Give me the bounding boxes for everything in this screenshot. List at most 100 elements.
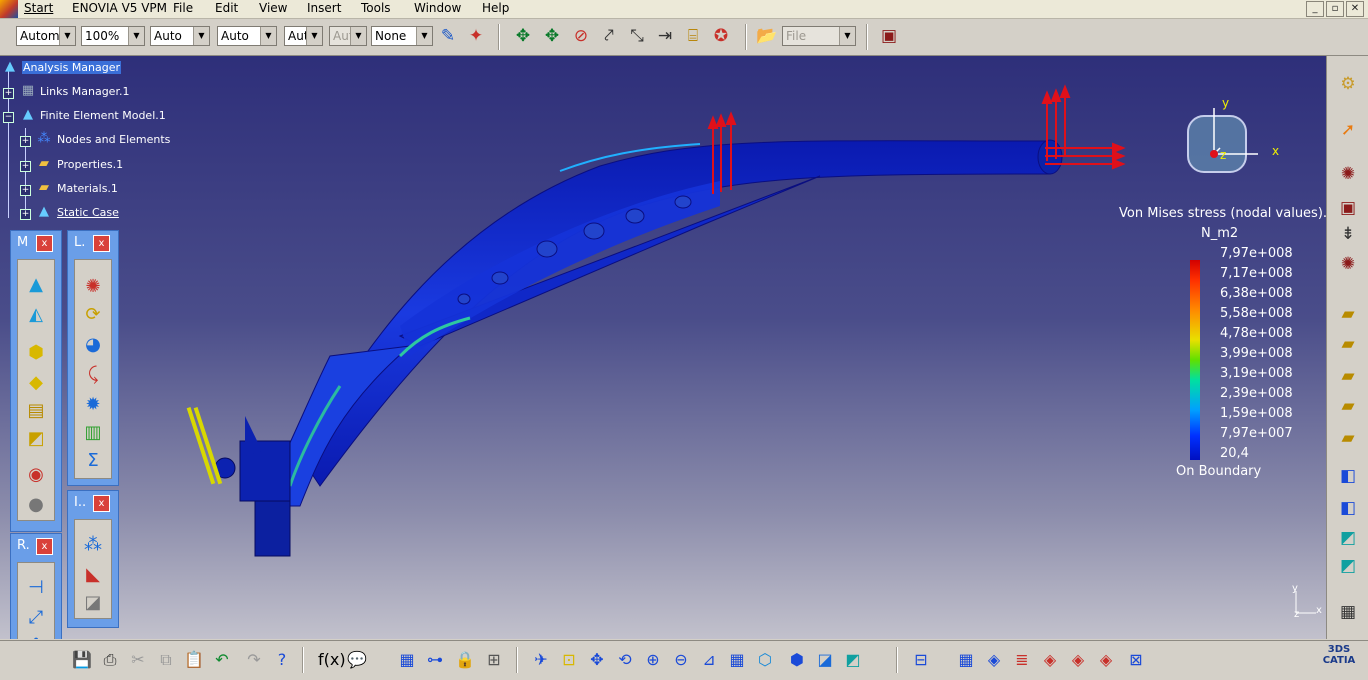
von-mises-icon[interactable]: ◣ bbox=[80, 562, 106, 588]
rotate-icon[interactable]: ⟲ bbox=[614, 649, 636, 671]
menu-insert[interactable]: Insert bbox=[307, 1, 341, 15]
copy-icon[interactable]: ⧉ bbox=[155, 649, 177, 671]
shading-icon[interactable]: ⬢ bbox=[786, 649, 808, 671]
restraints-panel[interactable]: R. x ⊣ ⤢ ✣ bbox=[10, 533, 62, 639]
pressure-icon[interactable]: ✺ bbox=[80, 274, 106, 300]
face-face-connection-icon[interactable]: ▰ bbox=[1335, 332, 1361, 356]
material-sphere-icon[interactable]: ● bbox=[23, 492, 49, 518]
undo-icon[interactable]: ↶ bbox=[211, 649, 233, 671]
model-manager-panel[interactable]: M x ▲ ◭ ⬢ ◆ ▤ ◩ ◉ ● bbox=[10, 230, 62, 532]
contact-virtual-part-icon[interactable]: ◩ bbox=[1335, 554, 1361, 578]
table-icon[interactable]: ▦ bbox=[396, 649, 418, 671]
menu-start[interactable]: Start bbox=[24, 1, 53, 15]
close-icon[interactable]: x bbox=[93, 495, 110, 512]
3d-viewport[interactable]: ▲ Analysis Manager + ▦ Links Manager.1 −… bbox=[0, 56, 1326, 639]
restore-button[interactable]: ▫ bbox=[1326, 1, 1344, 17]
hide-show-icon[interactable]: ◪ bbox=[814, 649, 836, 671]
beam-property-icon[interactable]: ▤ bbox=[23, 398, 49, 424]
zoom-out-icon[interactable]: ⊖ bbox=[670, 649, 692, 671]
catalog-icon[interactable]: ▣ bbox=[878, 25, 900, 47]
mesh-icon[interactable]: ≣ bbox=[1011, 649, 1033, 671]
menu-view[interactable]: View bbox=[259, 1, 287, 15]
multi-view-icon[interactable]: ▦ bbox=[955, 649, 977, 671]
clash-icon[interactable]: ✪ bbox=[710, 25, 732, 47]
expand-icon[interactable]: + bbox=[3, 88, 14, 99]
compute-icon[interactable]: ✺ bbox=[1335, 162, 1361, 186]
user-material-icon[interactable]: ◩ bbox=[23, 426, 49, 452]
solid-property-icon[interactable]: ⬢ bbox=[23, 340, 49, 366]
quick-view-icon[interactable]: ▦ bbox=[726, 649, 748, 671]
triangle-mesher-icon[interactable]: ◭ bbox=[23, 302, 49, 328]
surface-force-icon[interactable]: ✹ bbox=[80, 392, 106, 418]
compute-with-adaptivity-icon[interactable]: ✺ bbox=[1335, 252, 1361, 276]
close-icon[interactable]: x bbox=[36, 235, 53, 252]
properties-painter-icon[interactable]: ✦ bbox=[465, 25, 487, 47]
animate-icon[interactable]: ⊠ bbox=[1125, 649, 1147, 671]
close-button[interactable]: ✕ bbox=[1346, 1, 1364, 17]
open-folder-icon[interactable]: 📂 bbox=[756, 25, 778, 47]
whats-this-icon[interactable]: ? bbox=[271, 649, 293, 671]
cut-icon[interactable]: ✂ bbox=[127, 649, 149, 671]
redo-icon[interactable]: ↷ bbox=[243, 649, 265, 671]
pick-icon[interactable]: ⤤ bbox=[598, 25, 620, 47]
close-icon[interactable]: x bbox=[93, 235, 110, 252]
smooth-virtual-part-icon[interactable]: ◩ bbox=[1335, 526, 1361, 550]
file-combo[interactable]: File ▼ bbox=[782, 26, 856, 46]
layer-combo[interactable]: Aut ▼ bbox=[329, 26, 367, 46]
load-set-icon[interactable]: Σ bbox=[80, 448, 106, 474]
swap-visible-icon[interactable]: ◩ bbox=[842, 649, 864, 671]
menu-help[interactable]: Help bbox=[482, 1, 509, 15]
deformation-icon[interactable]: ⁂ bbox=[80, 532, 106, 558]
painter-icon[interactable]: ✎ bbox=[437, 25, 459, 47]
principal-stress-icon[interactable]: ◈ bbox=[1095, 649, 1117, 671]
fly-mode-icon[interactable]: ✈ bbox=[530, 649, 552, 671]
line-force-icon[interactable]: ⤹ bbox=[80, 362, 106, 388]
paste-icon[interactable]: 📋 bbox=[183, 649, 205, 671]
menu-edit[interactable]: Edit bbox=[215, 1, 238, 15]
expand-icon[interactable]: + bbox=[20, 185, 31, 196]
virtual-part-icon[interactable]: ◧ bbox=[1335, 464, 1361, 488]
tetrahedron-mesher-icon[interactable]: ▲ bbox=[23, 272, 49, 298]
analysis-assembly-icon[interactable]: ▰ bbox=[1335, 302, 1361, 326]
displacement-icon[interactable]: ◪ bbox=[80, 590, 106, 616]
snap-icon[interactable]: ✥ bbox=[541, 25, 563, 47]
knowledge-icon[interactable]: ⊞ bbox=[483, 649, 505, 671]
normal-view-icon[interactable]: ⊿ bbox=[698, 649, 720, 671]
close-icon[interactable]: x bbox=[36, 538, 53, 555]
transparency-combo[interactable]: 100% ▼ bbox=[81, 26, 145, 46]
contact-connection-icon[interactable]: ▰ bbox=[1335, 364, 1361, 388]
storage-location-icon[interactable]: ▣ bbox=[1335, 196, 1361, 220]
surface-slider-icon[interactable]: ⤢ bbox=[23, 605, 49, 631]
isostatic-icon[interactable]: ✣ bbox=[23, 633, 49, 639]
iso-view-icon[interactable]: ⬡ bbox=[754, 649, 776, 671]
distributed-force-icon[interactable]: ⟳ bbox=[80, 302, 106, 328]
linetype-combo[interactable]: Auto ▼ bbox=[150, 26, 210, 46]
sensors-table-icon[interactable]: ▦ bbox=[1335, 600, 1361, 624]
expand-icon[interactable]: + bbox=[20, 161, 31, 172]
deformed-mesh-icon[interactable]: ◈ bbox=[1039, 649, 1061, 671]
catia-start-icon[interactable] bbox=[0, 0, 18, 18]
formula-icon[interactable]: f(x) bbox=[318, 649, 346, 671]
expand-icon[interactable]: + bbox=[20, 209, 31, 220]
fit-all-icon[interactable]: ⊡ bbox=[558, 649, 580, 671]
no-snap-icon[interactable]: ⊘ bbox=[570, 25, 592, 47]
pan-icon[interactable]: ✥ bbox=[586, 649, 608, 671]
compass-widget[interactable]: y x z bbox=[1180, 96, 1290, 206]
hierarchy-icon[interactable]: ⊶ bbox=[424, 649, 446, 671]
specification-icon[interactable]: ⊟ bbox=[910, 649, 932, 671]
point-style-combo[interactable]: Aut ▼ bbox=[284, 26, 323, 46]
rigid-virtual-part-icon[interactable]: ◧ bbox=[1335, 496, 1361, 520]
color-combo[interactable]: Automa ▼ bbox=[16, 26, 76, 46]
rendering-style-combo[interactable]: None ▼ bbox=[371, 26, 433, 46]
scale-icon[interactable]: ⌸ bbox=[682, 25, 704, 47]
measure-icon[interactable]: ⤡ bbox=[626, 25, 648, 47]
minimize-button[interactable]: _ bbox=[1306, 1, 1324, 17]
menu-tools[interactable]: Tools bbox=[361, 1, 391, 15]
acceleration-icon[interactable]: ◕ bbox=[80, 332, 106, 358]
thickness-combo[interactable]: Auto ▼ bbox=[217, 26, 277, 46]
loads-panel[interactable]: L. x ✺ ⟳ ◕ ⤹ ✹ ▥ Σ bbox=[67, 230, 119, 486]
select-arrow-icon[interactable]: ➚ bbox=[1335, 118, 1361, 142]
collapse-icon[interactable]: − bbox=[3, 112, 14, 123]
von-mises-image-icon[interactable]: ◈ bbox=[1067, 649, 1089, 671]
move-icon[interactable]: ✥ bbox=[512, 25, 534, 47]
